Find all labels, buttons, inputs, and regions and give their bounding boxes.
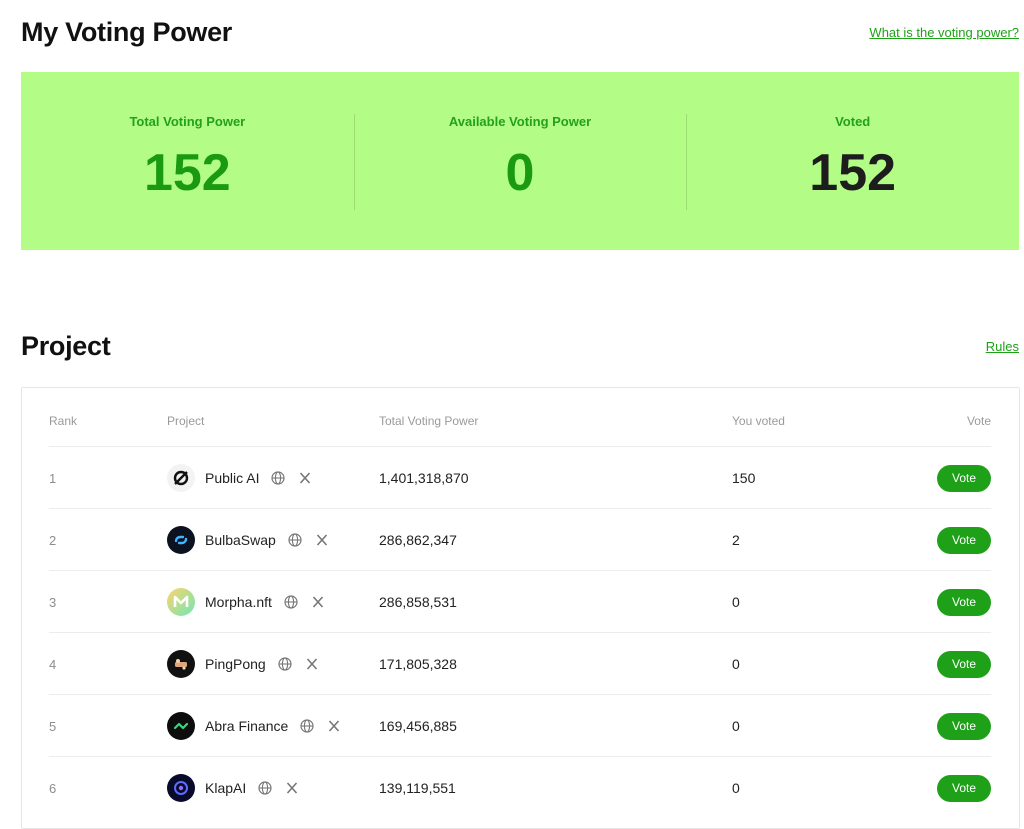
globe-icon[interactable] — [300, 719, 314, 733]
stat-label: Voted — [835, 114, 871, 129]
globe-icon[interactable] — [258, 781, 272, 795]
voting-power-help-link[interactable]: What is the voting power? — [869, 25, 1019, 40]
project-cell: Morpha.nft — [167, 571, 338, 633]
project-cell: BulbaSwap — [167, 509, 342, 571]
vote-button[interactable]: Vote — [937, 774, 991, 802]
rank-cell: 3 — [49, 594, 57, 610]
project-cell: Abra Finance — [167, 695, 354, 757]
total-voting-power-cell: 286,862,347 — [379, 532, 457, 548]
project-cell: PingPong — [167, 633, 332, 695]
project-name[interactable]: Public AI — [205, 470, 259, 486]
morpha-logo — [167, 588, 195, 616]
stat-value: 152 — [809, 144, 897, 202]
rules-link[interactable]: Rules — [986, 339, 1019, 354]
project-name[interactable]: Abra Finance — [205, 718, 288, 734]
vote-button[interactable]: Vote — [937, 526, 991, 554]
x-social-icon[interactable] — [285, 781, 299, 795]
project-cell: Public AI — [167, 447, 325, 509]
bulbaswap-logo — [167, 526, 195, 554]
total-voting-power-cell: 139,119,551 — [379, 780, 456, 796]
col-you-voted: You voted — [732, 414, 785, 428]
you-voted-cell: 0 — [732, 780, 740, 796]
total-voting-power-cell: 171,805,328 — [379, 656, 457, 672]
stat-voted: Voted 152 — [686, 72, 1019, 250]
globe-icon[interactable] — [284, 595, 298, 609]
col-total-voting-power: Total Voting Power — [379, 414, 479, 428]
table-row: 4 PingPong 171,805,328 0 Vote — [49, 632, 991, 695]
vote-cell: Vote — [937, 633, 991, 695]
project-name[interactable]: BulbaSwap — [205, 532, 276, 548]
x-social-icon[interactable] — [327, 719, 341, 733]
you-voted-cell: 0 — [732, 594, 740, 610]
rank-cell: 2 — [49, 532, 57, 548]
rank-cell: 4 — [49, 656, 57, 672]
vote-cell: Vote — [937, 571, 991, 633]
project-table: Rank Project Total Voting Power You vote… — [21, 387, 1020, 829]
project-name[interactable]: Morpha.nft — [205, 594, 272, 610]
you-voted-cell: 0 — [732, 656, 740, 672]
rank-cell: 1 — [49, 470, 57, 486]
stat-total-voting-power: Total Voting Power 152 — [21, 72, 354, 250]
table-row: 2 BulbaSwap 286,862,347 2 Vote — [49, 508, 991, 571]
x-social-icon[interactable] — [311, 595, 325, 609]
total-voting-power-cell: 286,858,531 — [379, 594, 457, 610]
col-vote: Vote — [966, 414, 991, 428]
x-social-icon[interactable] — [315, 533, 329, 547]
vote-button[interactable]: Vote — [937, 464, 991, 492]
table-header: Rank Project Total Voting Power You vote… — [49, 414, 991, 434]
project-cell: KlapAI — [167, 757, 312, 819]
stat-label: Available Voting Power — [448, 114, 592, 129]
project-header: Project Rules — [21, 328, 1019, 364]
vote-button[interactable]: Vote — [937, 588, 991, 616]
vote-cell: Vote — [937, 509, 991, 571]
stat-value: 152 — [143, 144, 231, 202]
vote-button[interactable]: Vote — [937, 650, 991, 678]
pingpong-logo — [167, 650, 195, 678]
klapai-logo — [167, 774, 195, 802]
globe-icon[interactable] — [278, 657, 292, 671]
voting-power-panel: Total Voting Power 152 Available Voting … — [21, 72, 1019, 250]
you-voted-cell: 2 — [732, 532, 740, 548]
x-social-icon[interactable] — [305, 657, 319, 671]
stat-value: 0 — [505, 144, 535, 202]
total-voting-power-cell: 1,401,318,870 — [379, 470, 469, 486]
stat-label: Total Voting Power — [129, 114, 246, 129]
vote-cell: Vote — [937, 757, 991, 819]
x-social-icon[interactable] — [298, 471, 312, 485]
table-row: 1 Public AI 1,401,318,870 150 Vote — [49, 446, 991, 509]
voting-power-header: My Voting Power What is the voting power… — [21, 14, 1019, 50]
project-name[interactable]: KlapAI — [205, 780, 246, 796]
globe-icon[interactable] — [271, 471, 286, 485]
you-voted-cell: 0 — [732, 718, 740, 734]
rank-cell: 6 — [49, 780, 57, 796]
public-ai-logo — [167, 464, 195, 492]
you-voted-cell: 150 — [732, 470, 756, 486]
stat-available-voting-power: Available Voting Power 0 — [353, 72, 687, 250]
table-row: 5 Abra Finance 169,456,885 0 Vote — [49, 694, 991, 757]
project-name[interactable]: PingPong — [205, 656, 266, 672]
col-rank: Rank — [49, 414, 78, 428]
table-row: 6 KlapAI 139,119,551 0 Vote — [49, 756, 991, 819]
col-project: Project — [167, 414, 205, 428]
vote-button[interactable]: Vote — [937, 712, 991, 740]
vote-cell: Vote — [937, 695, 991, 757]
abra-finance-logo — [167, 712, 195, 740]
total-voting-power-cell: 169,456,885 — [379, 718, 457, 734]
table-row: 3 Morpha.nft 286,858,531 0 Vote — [49, 570, 991, 633]
rank-cell: 5 — [49, 718, 57, 734]
globe-icon[interactable] — [288, 533, 302, 547]
project-title: Project — [21, 330, 111, 361]
vote-cell: Vote — [937, 447, 991, 509]
voting-power-title: My Voting Power — [21, 16, 233, 47]
